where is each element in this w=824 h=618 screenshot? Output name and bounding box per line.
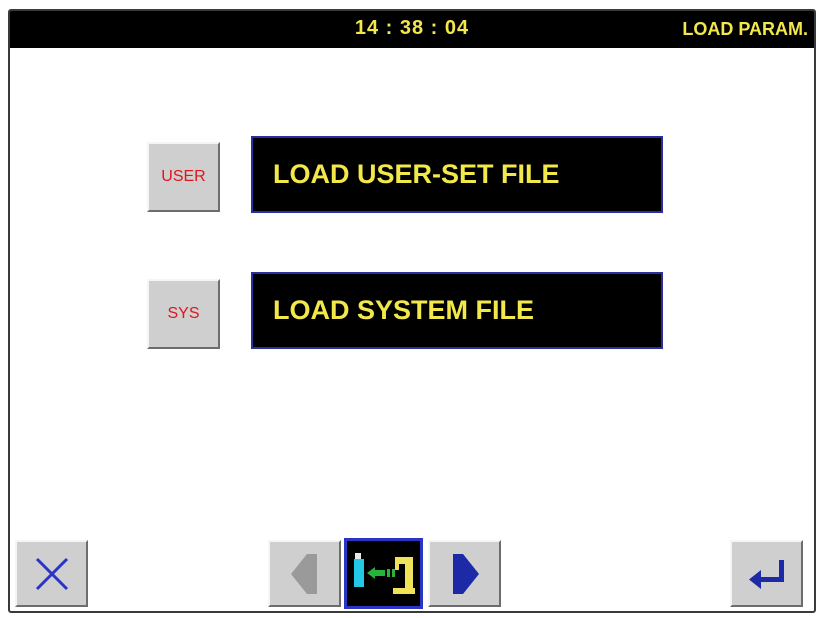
close-icon bbox=[35, 557, 68, 590]
enter-button[interactable] bbox=[730, 540, 803, 607]
user-key-button[interactable]: USER bbox=[147, 142, 220, 212]
user-key-label: USER bbox=[161, 168, 206, 185]
panel-screen: 14 : 38 : 04 LOAD PARAM. USER LOAD USER-… bbox=[8, 9, 816, 613]
load-system-file-label: LOAD SYSTEM FILE bbox=[273, 295, 535, 325]
sys-key-button[interactable]: SYS bbox=[147, 279, 220, 349]
arrow-left-icon bbox=[290, 553, 317, 594]
usb-transfer-button[interactable] bbox=[344, 538, 423, 609]
load-user-set-file-label: LOAD USER-SET FILE bbox=[273, 159, 560, 189]
load-user-set-file-button[interactable]: LOAD USER-SET FILE bbox=[251, 136, 663, 213]
header-bar: 14 : 38 : 04 LOAD PARAM. bbox=[10, 11, 814, 48]
prev-button[interactable] bbox=[268, 540, 341, 607]
screen-title: LOAD PARAM. bbox=[682, 19, 808, 39]
enter-icon bbox=[748, 559, 784, 589]
next-button[interactable] bbox=[428, 540, 501, 607]
arrow-right-icon bbox=[452, 553, 479, 594]
usb-to-machine-icon bbox=[353, 552, 415, 594]
load-system-file-button[interactable]: LOAD SYSTEM FILE bbox=[251, 272, 663, 349]
cancel-button[interactable] bbox=[15, 540, 88, 607]
sys-key-label: SYS bbox=[167, 305, 200, 322]
